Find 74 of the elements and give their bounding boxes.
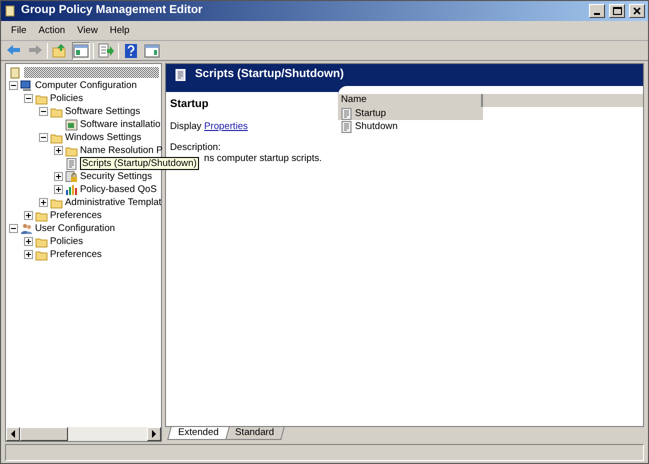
- expand-box[interactable]: [24, 211, 33, 220]
- menu-item[interactable]: View: [71, 24, 104, 36]
- bar-chart-icon: [65, 184, 78, 196]
- expand-box[interactable]: [24, 250, 33, 259]
- tree-item[interactable]: Policy-based QoS: [80, 184, 157, 196]
- list-item[interactable]: Shutdown: [338, 120, 483, 133]
- tree-item[interactable]: User Configuration: [35, 222, 115, 234]
- tree-item[interactable]: Windows Settings: [65, 132, 142, 144]
- right-arrow-icon: [151, 430, 157, 438]
- section-heading: Startup: [170, 98, 210, 112]
- folder-icon: [35, 210, 48, 222]
- collapse-box[interactable]: [24, 94, 33, 103]
- close-icon: [632, 6, 642, 16]
- script-icon: [65, 158, 78, 170]
- script-icon: [340, 120, 353, 132]
- users-icon: [20, 222, 33, 234]
- folder-icon: [35, 236, 48, 248]
- maximize-button[interactable]: [609, 4, 625, 18]
- minimize-icon: [594, 13, 600, 15]
- computer-icon: [20, 80, 33, 92]
- export-list-button[interactable]: [97, 42, 115, 60]
- software-icon: [65, 118, 78, 130]
- expand-box[interactable]: [24, 237, 33, 246]
- description-label: Description:: [170, 142, 222, 154]
- folder-icon: [65, 144, 78, 156]
- help-button[interactable]: [122, 42, 140, 60]
- tree-item[interactable]: Name Resolution P: [80, 144, 163, 156]
- tree-item[interactable]: Preferences: [50, 210, 102, 222]
- folder-icon: [35, 248, 48, 260]
- folder-icon: [35, 92, 48, 104]
- tree-item[interactable]: Scripts (Startup/Shutdown): [80, 156, 199, 170]
- action-pane-button[interactable]: [143, 42, 161, 60]
- scroll-right-button[interactable]: [147, 427, 161, 441]
- folder-icon: [50, 196, 63, 208]
- expand-box[interactable]: [54, 172, 63, 181]
- collapse-box[interactable]: [39, 133, 48, 142]
- tree-item[interactable]: Preferences: [50, 248, 102, 260]
- close-button[interactable]: [629, 4, 645, 18]
- collapse-box[interactable]: [9, 224, 18, 233]
- collapse-box[interactable]: [9, 81, 18, 90]
- script-icon: [174, 69, 187, 81]
- script-icon: [340, 108, 353, 120]
- tree-item[interactable]: Administrative Templat: [65, 196, 162, 208]
- display-label: Display: [170, 120, 202, 132]
- scroll-thumb[interactable]: [20, 427, 68, 441]
- scroll-left-button[interactable]: [6, 427, 20, 441]
- tree-item[interactable]: Policies: [50, 236, 84, 248]
- minimize-button[interactable]: [589, 4, 605, 18]
- tree-item[interactable]: Policies: [50, 92, 84, 104]
- list-item[interactable]: Startup: [338, 107, 483, 120]
- menu-item[interactable]: Help: [104, 24, 136, 36]
- scroll-icon: [9, 66, 22, 78]
- pane-title: Scripts (Startup/Shutdown): [195, 68, 344, 82]
- lock-document-icon: [65, 170, 78, 182]
- menu-item[interactable]: Action: [32, 24, 72, 36]
- tree-item[interactable]: Security Settings: [80, 170, 152, 182]
- view-tab[interactable]: Standard: [224, 427, 284, 440]
- tree-item[interactable]: Computer Configuration: [35, 80, 137, 92]
- left-arrow-icon: [10, 430, 16, 438]
- collapse-box[interactable]: [39, 107, 48, 116]
- scroll-icon: [4, 5, 17, 17]
- window-title: Group Policy Management Editor: [21, 4, 202, 18]
- expand-box[interactable]: [39, 198, 48, 207]
- properties-link[interactable]: Properties: [204, 120, 248, 132]
- view-tab[interactable]: Extended: [167, 427, 230, 440]
- expand-box[interactable]: [54, 185, 63, 194]
- maximize-icon: [612, 6, 622, 16]
- tree-pane-button[interactable]: [72, 42, 90, 60]
- tree-item[interactable]: Software installatio: [80, 118, 161, 130]
- tree-item[interactable]: Software Settings: [65, 106, 140, 118]
- expand-box[interactable]: [54, 146, 63, 155]
- folder-icon: [50, 106, 63, 118]
- menu-item[interactable]: File: [5, 24, 32, 36]
- folder-icon: [50, 132, 63, 144]
